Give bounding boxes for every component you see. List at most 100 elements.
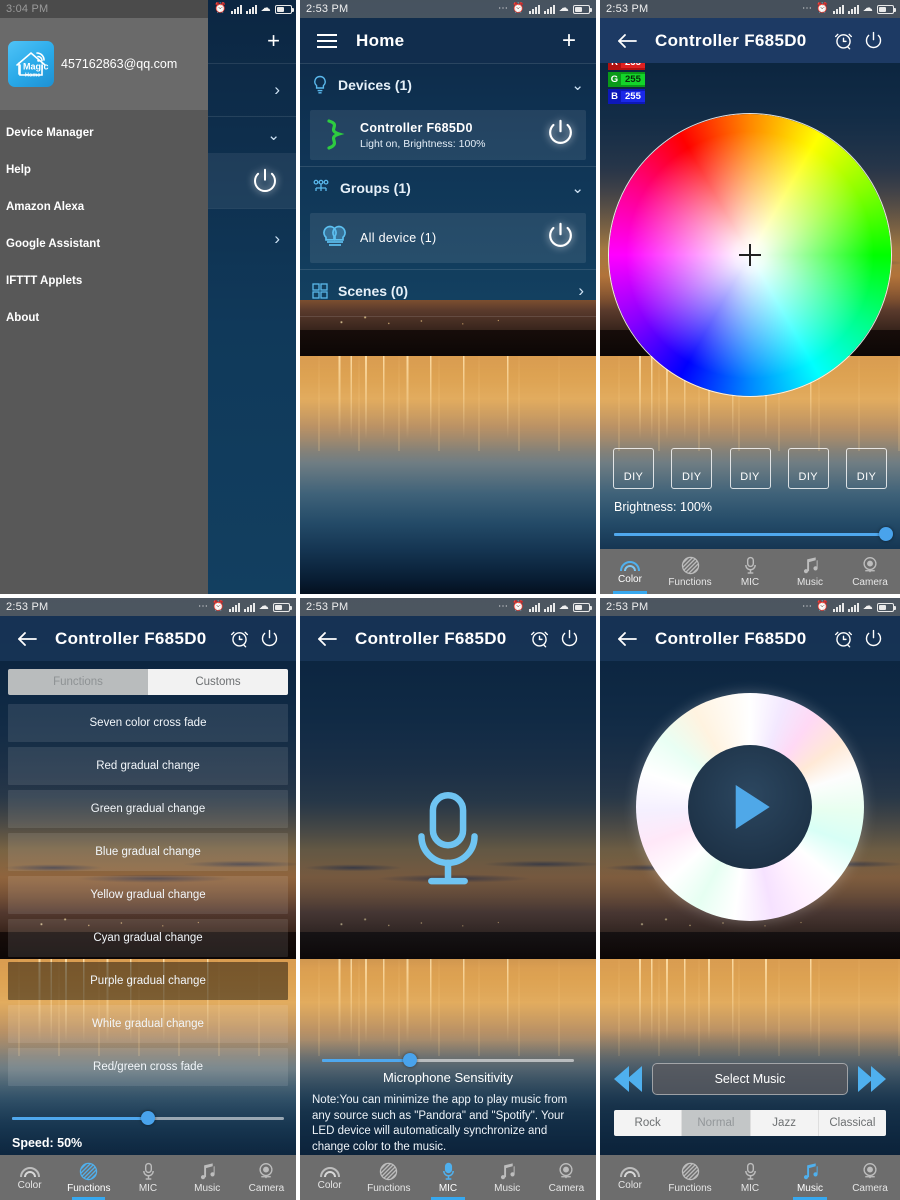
nav-functions-2[interactable]: Functions — [59, 1155, 118, 1200]
genre-normal[interactable]: Normal — [682, 1110, 751, 1136]
microphone-icon-4 — [744, 1162, 756, 1180]
led-strip-icon — [327, 119, 345, 150]
nav-camera-2[interactable]: Camera — [237, 1155, 296, 1200]
nav-music-3[interactable]: Music — [478, 1155, 537, 1200]
function-item-4[interactable]: Yellow gradual change — [8, 876, 288, 914]
nav-mic-2[interactable]: MIC — [118, 1155, 177, 1200]
mic-sensitivity-slider[interactable] — [322, 1050, 574, 1070]
back-button-mic[interactable] — [312, 624, 342, 654]
nav-mic-3[interactable]: MIC — [418, 1155, 477, 1200]
drawer-item-about[interactable]: About — [0, 299, 208, 336]
nav-camera-4[interactable]: Camera — [840, 1155, 900, 1200]
play-icon[interactable] — [735, 785, 770, 829]
nav-music[interactable]: Music — [780, 549, 840, 594]
group-card-all-device[interactable]: All device (1) — [310, 213, 586, 263]
microphone-large-icon — [406, 788, 490, 897]
nav-camera-label-4: Camera — [852, 1182, 888, 1194]
power-button-music[interactable] — [858, 624, 888, 654]
add-device-button[interactable]: + — [554, 26, 584, 56]
timer-button-functions[interactable] — [224, 624, 254, 654]
devices-chevron-down-icon[interactable]: ⌄ — [571, 76, 584, 94]
nav-color-3[interactable]: Color — [300, 1155, 359, 1200]
nav-mic[interactable]: MIC — [720, 549, 780, 594]
function-item-1[interactable]: Red gradual change — [8, 747, 288, 785]
speed-slider[interactable] — [12, 1108, 284, 1128]
select-music-button[interactable]: Select Music — [652, 1063, 848, 1095]
function-item-8[interactable]: Red/green cross fade — [8, 1048, 288, 1086]
back-button-music[interactable] — [612, 624, 642, 654]
brightness-slider[interactable] — [614, 524, 893, 544]
drawer-item-ifttt-applets[interactable]: IFTTT Applets — [0, 262, 208, 299]
diy-button-1[interactable]: DIY — [613, 448, 654, 489]
nav-functions[interactable]: Functions — [660, 549, 720, 594]
sliver-groups-chevron[interactable]: ⌄ — [208, 116, 296, 153]
nav-color[interactable]: Color — [600, 549, 660, 594]
function-item-5[interactable]: Cyan gradual change — [8, 919, 288, 957]
nav-functions-4[interactable]: Functions — [660, 1155, 720, 1200]
timer-button-music[interactable] — [828, 624, 858, 654]
function-item-7[interactable]: White gradual change — [8, 1005, 288, 1043]
drawer-account-header[interactable]: Magic Home 457162863@qq.com — [0, 18, 208, 110]
genre-rock[interactable]: Rock — [614, 1110, 683, 1136]
nav-music-4[interactable]: Music — [780, 1155, 840, 1200]
function-item-2[interactable]: Green gradual change — [8, 790, 288, 828]
power-button-color[interactable] — [858, 26, 888, 56]
drawer-item-device-manager[interactable]: Device Manager — [0, 114, 208, 151]
nav-camera-3[interactable]: Camera — [537, 1155, 596, 1200]
bottom-nav-color: Color Functions MIC Music Camera — [600, 549, 900, 594]
group-power-button[interactable] — [545, 220, 576, 256]
nav-music-2[interactable]: Music — [178, 1155, 237, 1200]
timer-button-color[interactable] — [828, 26, 858, 56]
next-button[interactable] — [858, 1066, 886, 1092]
back-button-functions[interactable] — [12, 624, 42, 654]
drawer-item-amazon-alexa[interactable]: Amazon Alexa — [0, 188, 208, 225]
sliver-add-button[interactable]: + — [208, 18, 296, 63]
section-scenes[interactable]: Scenes (0) › — [300, 270, 596, 312]
drawer-item-help[interactable]: Help — [0, 151, 208, 188]
nav-color-2[interactable]: Color — [0, 1155, 59, 1200]
sliver-scenes-chevron[interactable]: › — [208, 208, 296, 268]
music-note-icon-4 — [803, 1162, 818, 1179]
back-button-color[interactable] — [612, 26, 642, 56]
tab-customs[interactable]: Customs — [148, 669, 288, 695]
nav-color-4[interactable]: Color — [600, 1155, 660, 1200]
scenes-chevron-right-icon[interactable]: › — [578, 281, 584, 301]
timer-button-mic[interactable] — [524, 624, 554, 654]
color-wheel[interactable] — [608, 113, 892, 397]
drawer-item-google-assistant[interactable]: Google Assistant — [0, 225, 208, 262]
nav-functions-label: Functions — [668, 576, 712, 588]
music-disc[interactable] — [636, 693, 864, 921]
device-card-controller[interactable]: Controller F685D0 Light on, Brightness: … — [310, 110, 586, 160]
rainbow-icon-3 — [319, 1167, 340, 1178]
function-item-6[interactable]: Purple gradual change — [8, 962, 288, 1000]
sliver-power-button[interactable] — [208, 153, 296, 208]
power-button-mic[interactable] — [554, 624, 584, 654]
section-groups[interactable]: Groups (1) ⌄ — [300, 167, 596, 209]
previous-button[interactable] — [614, 1066, 642, 1092]
signal2-icon-home — [543, 4, 555, 14]
function-item-0[interactable]: Seven color cross fade — [8, 704, 288, 742]
sliver-devices-chevron[interactable]: › — [208, 63, 296, 116]
alarm-clock-icon-fn — [230, 631, 248, 648]
groups-chevron-down-icon[interactable]: ⌄ — [571, 179, 584, 197]
genre-classical[interactable]: Classical — [818, 1110, 886, 1136]
function-item-3[interactable]: Blue gradual change — [8, 833, 288, 871]
power-button-functions[interactable] — [254, 624, 284, 654]
color-wheel-cursor[interactable] — [739, 244, 761, 266]
hamburger-menu-button[interactable] — [312, 26, 342, 56]
panel-navigation-drawer: ⏰ ☁ + › ⌄ › 3:04 PM Magic Home 457162863… — [0, 0, 296, 594]
nav-camera[interactable]: Camera — [840, 549, 900, 594]
rgb-row-green: G 255 — [608, 72, 645, 87]
device-power-button[interactable] — [545, 117, 576, 153]
diy-button-4[interactable]: DIY — [787, 448, 829, 489]
chevron-right-icon: › — [274, 80, 280, 99]
mic-app-bar: Controller F685D0 — [300, 616, 596, 661]
section-devices[interactable]: Devices (1) ⌄ — [300, 64, 596, 106]
nav-mic-4[interactable]: MIC — [720, 1155, 780, 1200]
diy-button-3[interactable]: DIY — [729, 448, 771, 489]
tab-functions[interactable]: Functions — [8, 669, 148, 695]
diy-button-5[interactable]: DIY — [846, 448, 887, 489]
genre-jazz[interactable]: Jazz — [750, 1110, 819, 1136]
nav-functions-3[interactable]: Functions — [359, 1155, 418, 1200]
diy-button-2[interactable]: DIY — [671, 448, 713, 489]
